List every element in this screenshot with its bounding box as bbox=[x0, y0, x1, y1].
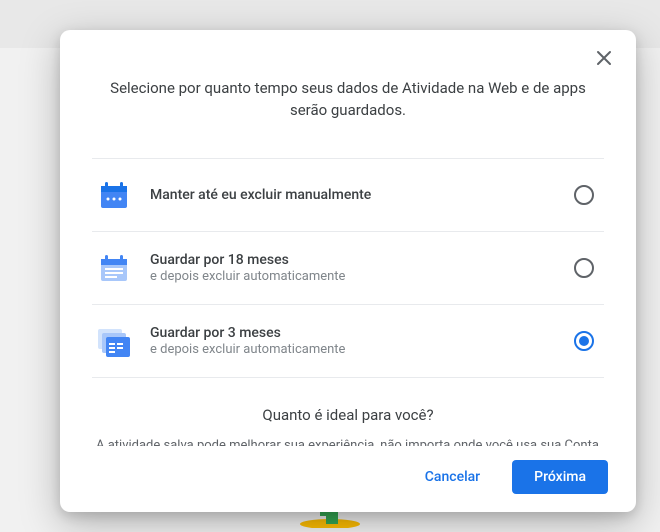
dialog-footer: Cancelar Próxima bbox=[60, 446, 636, 512]
option-3-months[interactable]: Guardar por 3 meses e depois excluir aut… bbox=[92, 305, 604, 378]
info-body: A atividade salva pode melhorar sua expe… bbox=[96, 436, 600, 447]
next-button[interactable]: Próxima bbox=[512, 460, 608, 494]
close-button[interactable] bbox=[590, 44, 618, 72]
calendar-lines-icon bbox=[96, 250, 132, 286]
retention-options: Manter até eu excluir manualmente Guarda… bbox=[92, 158, 604, 378]
option-text: Manter até eu excluir manualmente bbox=[150, 187, 556, 203]
option-title: Guardar por 3 meses bbox=[150, 325, 556, 341]
option-title: Manter até eu excluir manualmente bbox=[150, 187, 556, 203]
cancel-button[interactable]: Cancelar bbox=[403, 460, 502, 494]
radio-button[interactable] bbox=[574, 185, 594, 205]
radio-button[interactable] bbox=[574, 331, 594, 351]
info-section: Quanto é ideal para você? A atividade sa… bbox=[92, 378, 604, 447]
radio-button[interactable] bbox=[574, 258, 594, 278]
settings-dialog: Selecione por quanto tempo seus dados de… bbox=[60, 30, 636, 512]
calendar-dots-icon bbox=[96, 177, 132, 213]
option-keep-manual[interactable]: Manter até eu excluir manualmente bbox=[92, 159, 604, 232]
dialog-subtitle: Selecione por quanto tempo seus dados de… bbox=[92, 78, 604, 122]
option-subtitle: e depois excluir automaticamente bbox=[150, 342, 556, 357]
info-title: Quanto é ideal para você? bbox=[96, 406, 600, 424]
close-icon bbox=[596, 50, 612, 66]
option-text: Guardar por 18 meses e depois excluir au… bbox=[150, 252, 556, 284]
option-text: Guardar por 3 meses e depois excluir aut… bbox=[150, 325, 556, 357]
dialog-body: Selecione por quanto tempo seus dados de… bbox=[60, 30, 636, 446]
option-18-months[interactable]: Guardar por 18 meses e depois excluir au… bbox=[92, 232, 604, 305]
calendar-stack-icon bbox=[96, 323, 132, 359]
option-title: Guardar por 18 meses bbox=[150, 252, 556, 268]
option-subtitle: e depois excluir automaticamente bbox=[150, 269, 556, 284]
